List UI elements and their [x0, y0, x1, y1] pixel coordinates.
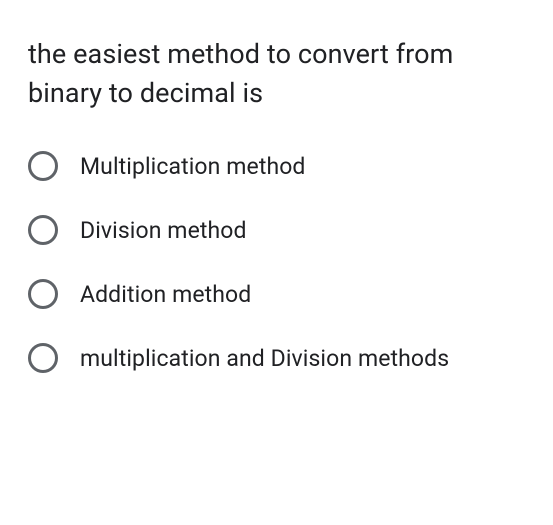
radio-icon [28, 343, 58, 373]
option-label: Division method [80, 217, 247, 244]
radio-icon [28, 279, 58, 309]
option-addition[interactable]: Addition method [28, 279, 525, 309]
option-multiplication[interactable]: Multiplication method [28, 151, 525, 181]
option-label: multiplication and Division methods [80, 345, 449, 372]
option-multiplication-division[interactable]: multiplication and Division methods [28, 343, 525, 373]
radio-icon [28, 215, 58, 245]
option-label: Multiplication method [80, 153, 306, 180]
question-text: the easiest method to convert from binar… [28, 35, 525, 113]
option-division[interactable]: Division method [28, 215, 525, 245]
options-group: Multiplication method Division method Ad… [28, 151, 525, 373]
option-label: Addition method [80, 281, 251, 308]
radio-icon [28, 151, 58, 181]
